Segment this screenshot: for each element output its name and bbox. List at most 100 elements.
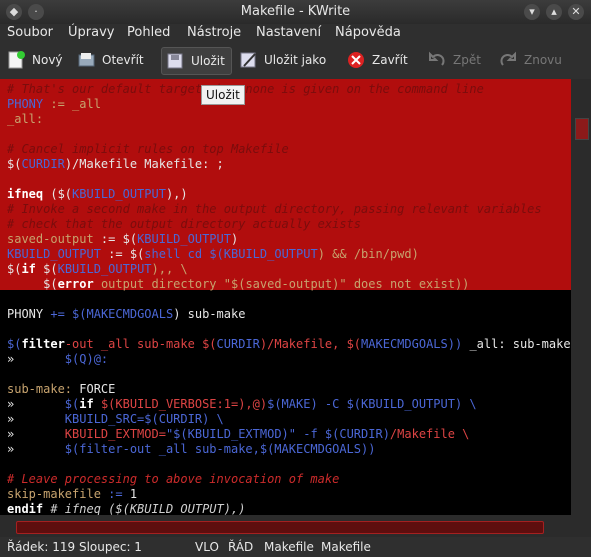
code-line: _all: bbox=[7, 112, 43, 127]
code-token: if bbox=[79, 397, 101, 411]
save-as-button-label: Uložit jako bbox=[264, 53, 327, 67]
menu-upravy[interactable]: Úpravy bbox=[68, 25, 114, 40]
code-token: "$(KBUILD_EXTMOD)" -f $(CURDIR) bbox=[165, 427, 390, 441]
save-as-button[interactable]: Uložit jako bbox=[238, 47, 326, 73]
code-line: $(error output directory "$(saved-output… bbox=[7, 277, 469, 292]
code-token: output directory "$( bbox=[100, 277, 246, 291]
code-token: += bbox=[50, 307, 73, 321]
code-token: _all: sub-make bbox=[469, 337, 571, 351]
cursor-position: Řádek: 119 Sloupec: 1 bbox=[7, 540, 142, 554]
code-token: saved-output bbox=[7, 232, 101, 246]
code-token: $( bbox=[129, 247, 145, 261]
code-token: ifneq bbox=[7, 187, 44, 201]
code-token: FORCE bbox=[79, 382, 116, 396]
code-token: skip-makefile bbox=[7, 487, 109, 501]
code-token: sub-make: bbox=[7, 382, 80, 396]
code-token: # Invoke a second make in the output dir… bbox=[7, 202, 542, 216]
close-button-label: Zavřít bbox=[372, 53, 408, 67]
code-token: endif bbox=[7, 502, 44, 515]
menu-soubor[interactable]: Soubor bbox=[7, 25, 53, 40]
code-token: MAKECMDGOALS bbox=[86, 307, 174, 321]
code-token: hen none is given on the command line bbox=[216, 82, 484, 96]
line-mode[interactable]: ŘÁD bbox=[228, 540, 253, 554]
filetype: Makefile bbox=[264, 540, 314, 554]
code-token: $( bbox=[64, 397, 80, 411]
code-line: # That's our default target when none is… bbox=[7, 82, 484, 97]
code-token: KBUILD_OUTPUT bbox=[137, 232, 231, 246]
maximize-button[interactable]: ▴ bbox=[546, 4, 562, 20]
code-line: sub-make: FORCE bbox=[7, 382, 115, 397]
code-token: filter bbox=[21, 337, 65, 351]
code-token: » bbox=[7, 397, 65, 411]
code-token: # check that the output directory actual… bbox=[7, 217, 362, 231]
code-token: $(filter-out _all sub-make,$(MAKECMDGOAL… bbox=[64, 442, 376, 456]
code-token: KBUILD_OUTPUT bbox=[72, 187, 166, 201]
horizontal-scrollbar[interactable] bbox=[0, 515, 591, 537]
code-token: := bbox=[108, 247, 130, 261]
save-as-icon bbox=[238, 50, 258, 70]
save-icon bbox=[165, 51, 185, 71]
horizontal-scroll-thumb[interactable] bbox=[16, 521, 544, 534]
redo-button[interactable]: Znovu bbox=[498, 47, 562, 73]
code-line: » $(Q)@: bbox=[7, 352, 108, 367]
code-token: MAKECMDGOALS bbox=[361, 337, 448, 351]
menu-pohled[interactable]: Pohled bbox=[127, 25, 170, 40]
undo-button[interactable]: Zpět bbox=[427, 47, 481, 73]
open-button[interactable]: Otevřít bbox=[76, 47, 144, 73]
new-button-label: Nový bbox=[32, 53, 63, 67]
code-editor[interactable]: # That's our default target when none is… bbox=[0, 79, 571, 515]
code-token: » bbox=[7, 352, 65, 366]
code-token: $( bbox=[122, 232, 138, 246]
code-token: # Cancel implicit rules on top Makefile bbox=[7, 142, 289, 156]
new-button[interactable]: Nový bbox=[6, 47, 63, 73]
close-document-button[interactable]: Zavřít bbox=[346, 47, 408, 73]
code-token: » bbox=[7, 442, 65, 456]
open-icon bbox=[76, 50, 96, 70]
code-token: shell cd $( bbox=[144, 247, 224, 261]
code-token: ) sub-make bbox=[173, 307, 246, 321]
save-tooltip: Uložit bbox=[201, 85, 245, 105]
code-token: # ifneq ($(KBUILD_OUTPUT),) bbox=[43, 502, 246, 515]
code-token: := bbox=[100, 232, 123, 246]
menu-nastaveni[interactable]: Nastavení bbox=[256, 25, 321, 40]
code-token: $( bbox=[7, 157, 22, 171]
code-token: ) bbox=[230, 232, 239, 246]
minimize-button[interactable]: ▾ bbox=[524, 4, 540, 20]
code-line: $(if $(KBUILD_OUTPUT),, \ bbox=[7, 262, 188, 277]
undo-icon bbox=[427, 50, 447, 70]
code-token: PHONY bbox=[7, 307, 51, 321]
code-token: /Makefile \ bbox=[389, 427, 470, 441]
code-token: KBUILD_SRC=$(CURDIR) \ bbox=[64, 412, 224, 426]
code-token: ) && /bin/pwd) bbox=[317, 247, 419, 261]
menu-napoveda[interactable]: Nápověda bbox=[335, 25, 401, 40]
code-token: := bbox=[108, 487, 130, 501]
code-token: $(Q)@: bbox=[64, 352, 109, 366]
code-token: )/Makefile Makefile: ; bbox=[64, 157, 224, 171]
redo-icon bbox=[498, 50, 518, 70]
code-token: _all: bbox=[7, 112, 44, 126]
code-line: ifneq ($(KBUILD_OUTPUT),) bbox=[7, 187, 188, 202]
title-bar: ◆ · Makefile - KWrite ▾ ▴ ✕ bbox=[0, 0, 591, 24]
code-token: # That's our default target w bbox=[7, 82, 217, 96]
code-line: # check that the output directory actual… bbox=[7, 217, 361, 232]
menu-bar: Soubor Úpravy Pohled Nástroje Nastavení … bbox=[0, 24, 591, 44]
scroll-thumb[interactable] bbox=[575, 118, 589, 140]
filename: Makefile bbox=[321, 540, 371, 554]
code-token: )/Makefile, $( bbox=[259, 337, 362, 351]
menu-nastroje[interactable]: Nástroje bbox=[187, 25, 241, 40]
code-token: _all bbox=[72, 97, 101, 111]
code-token: KBUILD_OUTPUT bbox=[7, 247, 109, 261]
code-line: # Invoke a second make in the output dir… bbox=[7, 202, 542, 217]
code-token: ($( bbox=[43, 187, 73, 201]
window-title: Makefile - KWrite bbox=[240, 4, 351, 19]
save-button[interactable]: Uložit bbox=[161, 47, 232, 75]
main-toolbar: Nový Otevřít Uložit Uložit jako Zavřít Z… bbox=[0, 44, 591, 76]
insert-mode[interactable]: VLO bbox=[195, 540, 219, 554]
close-icon bbox=[346, 50, 366, 70]
code-token: := bbox=[50, 97, 73, 111]
code-token: $( bbox=[72, 307, 87, 321]
vertical-scrollbar[interactable] bbox=[571, 79, 591, 515]
code-line: PHONY := _all bbox=[7, 97, 101, 112]
close-window-button[interactable]: ✕ bbox=[568, 4, 584, 20]
code-line: endif # ifneq ($(KBUILD_OUTPUT),) bbox=[7, 502, 245, 515]
